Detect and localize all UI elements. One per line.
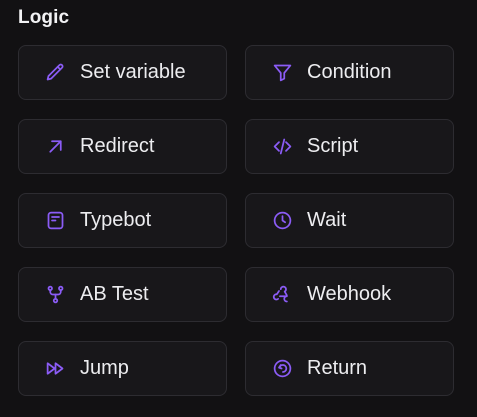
block-label: AB Test: [80, 283, 149, 305]
wait-block[interactable]: Wait: [245, 193, 454, 248]
block-label: Webhook: [307, 283, 392, 305]
pencil-icon: [44, 62, 66, 84]
block-label: Condition: [307, 61, 392, 83]
jump-block[interactable]: Jump: [18, 341, 227, 396]
webhook-block[interactable]: Webhook: [245, 267, 454, 322]
redirect-block[interactable]: Redirect: [18, 119, 227, 174]
fast-forward-icon: [44, 358, 66, 380]
clock-icon: [271, 210, 293, 232]
filter-icon: [271, 62, 293, 84]
section-title: Logic: [18, 7, 70, 28]
set-variable-block[interactable]: Set variable: [18, 45, 227, 100]
arrow-up-right-icon: [44, 136, 66, 158]
block-label: Return: [307, 357, 368, 379]
block-label: Wait: [307, 209, 347, 231]
condition-block[interactable]: Condition: [245, 45, 454, 100]
block-label: Set variable: [80, 61, 186, 83]
block-label: Redirect: [80, 135, 155, 157]
typebot-icon: [44, 210, 66, 232]
script-block[interactable]: Script: [245, 119, 454, 174]
git-branch-icon: [44, 284, 66, 306]
code-icon: [271, 136, 293, 158]
block-label: Script: [307, 135, 359, 157]
typebot-block[interactable]: Typebot: [18, 193, 227, 248]
block-label: Typebot: [80, 209, 152, 231]
logic-blocks-grid: Set variable Condition Redirect Script T: [18, 45, 454, 396]
logic-blocks-panel: Logic Set variable Condition Redirect Sc…: [0, 0, 477, 417]
ab-test-block[interactable]: AB Test: [18, 267, 227, 322]
return-icon: [271, 358, 293, 380]
block-label: Jump: [80, 357, 129, 379]
return-block[interactable]: Return: [245, 341, 454, 396]
webhook-icon: [271, 284, 293, 306]
